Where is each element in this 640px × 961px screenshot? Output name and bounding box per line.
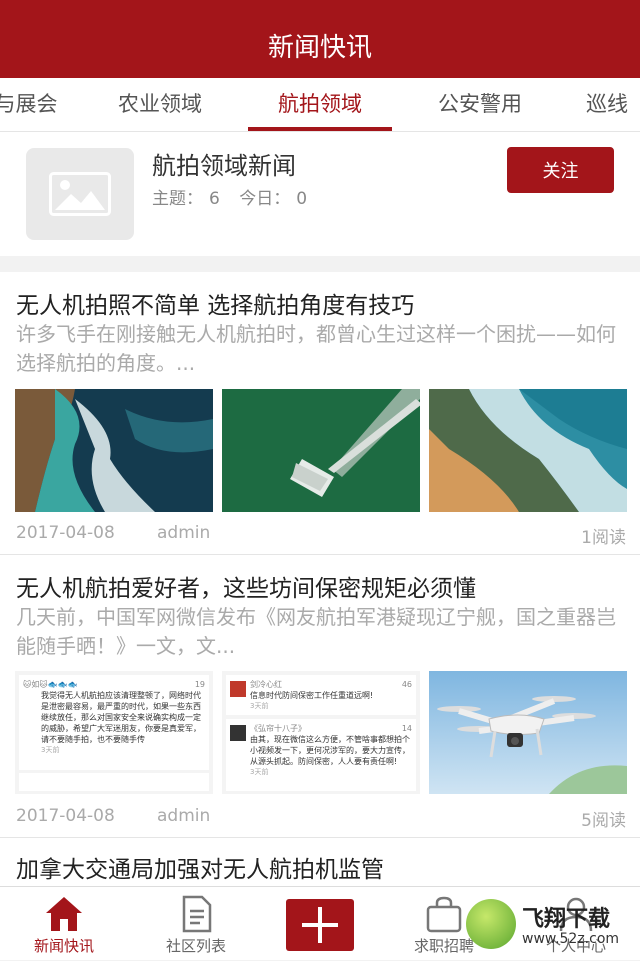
home-icon <box>46 897 82 931</box>
nav-news[interactable]: 新闻快讯 <box>0 887 128 961</box>
follow-button[interactable]: 关注 <box>507 147 614 193</box>
watermark-name: 飞翔下载 <box>522 907 611 932</box>
aerial-coast-photo[interactable] <box>15 389 213 512</box>
post-images <box>15 389 627 512</box>
nav-community[interactable]: 社区列表 <box>132 887 260 961</box>
today-count: 0 <box>296 189 308 209</box>
image-icon <box>49 172 111 216</box>
post-author: admin <box>157 523 211 543</box>
post-title[interactable]: 无人机航拍爱好者，这些坊间保密规矩必须懂 <box>16 569 476 603</box>
post-feed: 无人机拍照不简单 选择航拍角度有技巧 许多飞手在刚接触无人机航拍时，都曾心生过这… <box>0 272 640 886</box>
comment-likes: 46 <box>401 680 412 689</box>
status-bar <box>0 0 640 12</box>
post-excerpt: 许多飞手在刚接触无人机航拍时，都曾心生过这样一个困扰——如何选择航拍的角度。..… <box>16 322 616 375</box>
comment-text: 我觉得无人机航拍应该清理整顿了，网络时代是泄密最容易，最严重的时代，如果一些东西… <box>41 691 201 744</box>
comment-text: 信息时代防间保密工作任重道远啊! <box>250 691 374 700</box>
nav-label: 社区列表 <box>165 937 226 955</box>
category-tabs: 与展会 农业领域 航拍领域 公安警用 巡线 <box>0 78 640 132</box>
comment-user: 🐱如🐱🐟🐟🐟 <box>23 680 78 689</box>
forum-stats: 主题： 6 今日： 0 <box>152 184 313 209</box>
post-item[interactable]: 无人机航拍爱好者，这些坊间保密规矩必须懂 几天前，中国军网微信发布《网友航拍军港… <box>0 555 640 838</box>
aerial-beach-photo[interactable] <box>429 389 627 512</box>
document-icon <box>182 895 212 933</box>
post-item[interactable]: 加拿大交通局加强对无人航拍机监管 <box>0 838 640 886</box>
comment-user: 《弘帘十八子》 <box>250 724 306 733</box>
post-meta: 2017-04-08 admin 5阅读 <box>16 806 626 831</box>
plus-icon <box>302 907 338 943</box>
watermark-url: www.52z.com <box>522 931 620 947</box>
drone-photo[interactable] <box>429 671 627 794</box>
site-watermark: 飞翔下载 www.52z.com <box>462 895 640 957</box>
bag-icon <box>426 896 462 933</box>
post-item[interactable]: 无人机拍照不简单 选择航拍角度有技巧 许多飞手在刚接触无人机航拍时，都曾心生过这… <box>0 272 640 554</box>
forum-image-placeholder <box>26 148 134 240</box>
post-title[interactable]: 无人机拍照不简单 选择航拍角度有技巧 <box>16 286 414 320</box>
tab-agriculture[interactable]: 农业领域 <box>100 78 220 131</box>
app-header: 新闻快讯 <box>0 12 640 78</box>
forum-header-card: 航拍领域新闻 主题： 6 今日： 0 关注 <box>0 132 640 256</box>
comment-user: 剑冷心红 <box>250 680 282 689</box>
forum-title: 航拍领域新闻 <box>152 152 296 180</box>
page-title: 新闻快讯 <box>267 32 372 63</box>
active-tab-indicator <box>248 127 392 131</box>
comment-screenshot-1[interactable]: 🐱如🐱🐟🐟🐟 19 我觉得无人机航拍应该清理整顿了，网络时代是泄密最容易，最严重… <box>15 671 213 794</box>
comment-text: 由其，现在微信这么方便，不管啥事都想拍个小视频发一下，更何况涉军的，要大力宣传，… <box>250 735 410 766</box>
post-images: 🐱如🐱🐟🐟🐟 19 我觉得无人机航拍应该清理整顿了，网络时代是泄密最容易，最严重… <box>15 671 627 794</box>
today-label: 今日： <box>239 189 291 209</box>
topics-label: 主题： <box>152 189 203 209</box>
post-date: 2017-04-08 <box>16 523 115 543</box>
read-count: 1阅读 <box>581 528 626 548</box>
tab-exhibition[interactable]: 与展会 <box>0 78 66 131</box>
post-author: admin <box>157 806 211 826</box>
post-meta: 2017-04-08 admin 1阅读 <box>16 523 626 548</box>
post-date: 2017-04-08 <box>16 806 115 826</box>
aerial-pier-photo[interactable] <box>222 389 420 512</box>
tab-police[interactable]: 公安警用 <box>420 78 540 131</box>
comment-time: 3天前 <box>250 768 269 776</box>
read-count: 5阅读 <box>581 811 626 831</box>
tab-aerial[interactable]: 航拍领域 <box>250 78 390 131</box>
watermark-logo-icon <box>466 899 516 949</box>
post-excerpt: 几天前，中国军网微信发布《网友航拍军港疑现辽宁舰，国之重器岂能随手晒！》一文，文… <box>16 605 616 658</box>
comment-time: 3天前 <box>41 746 60 754</box>
post-new-button[interactable] <box>286 899 354 951</box>
comment-likes: 14 <box>401 724 412 733</box>
nav-label: 新闻快讯 <box>33 937 94 955</box>
tab-patrol[interactable]: 巡线 <box>586 78 640 131</box>
topics-count: 6 <box>209 189 220 209</box>
comment-likes: 19 <box>194 680 205 689</box>
post-title[interactable]: 加拿大交通局加强对无人航拍机监管 <box>16 850 384 884</box>
comment-time: 3天前 <box>250 702 269 710</box>
comment-screenshot-2[interactable]: 剑冷心红 46 信息时代防间保密工作任重道远啊! 3天前 《弘帘十八子》 14 … <box>222 671 420 794</box>
